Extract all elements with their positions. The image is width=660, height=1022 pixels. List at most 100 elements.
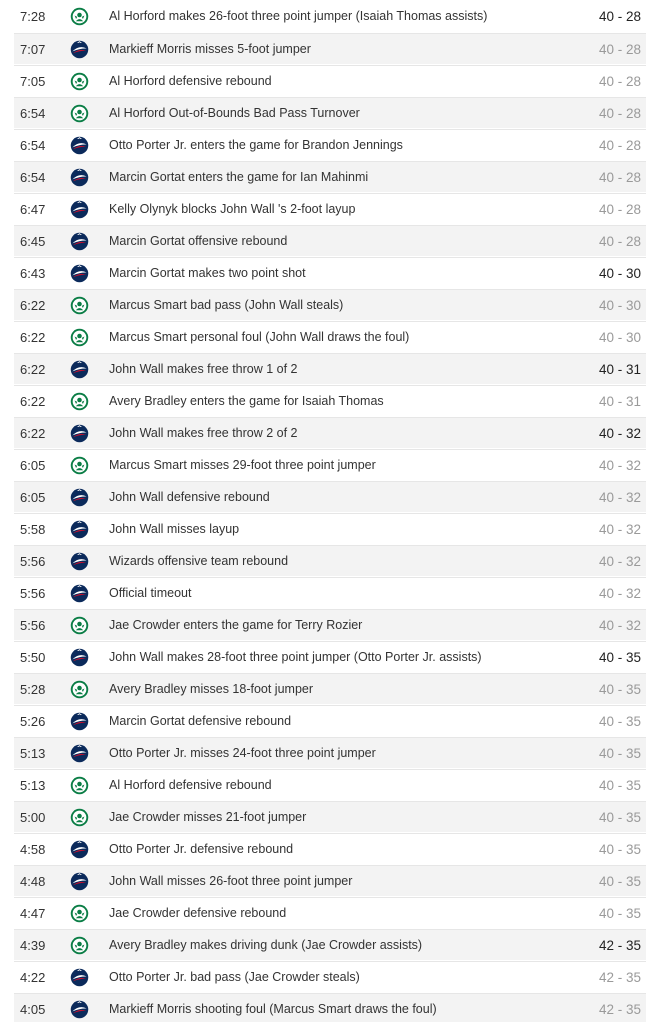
play-score: 40 - 35	[598, 842, 641, 857]
play-time: 4:39	[20, 938, 46, 953]
celtics-logo-icon	[70, 72, 89, 91]
play-description: Official timeout	[109, 586, 192, 600]
play-row: 5:56 Official timeout 40 - 32	[14, 577, 646, 608]
play-description: Jae Crowder defensive rebound	[109, 906, 287, 920]
play-time: 6:54	[20, 170, 46, 185]
play-row: 6:05 Marcus Smart misses 29-foot three p…	[14, 449, 646, 480]
play-row: 5:58 John Wall misses layup 40 - 32	[14, 513, 646, 544]
celtics-logo-icon	[70, 7, 89, 26]
play-description: Jae Crowder enters the game for Terry Ro…	[109, 618, 363, 632]
play-score: 40 - 35	[598, 810, 641, 825]
play-time: 5:58	[20, 522, 46, 537]
play-time: 4:48	[20, 874, 46, 889]
play-time: 6:22	[20, 362, 46, 377]
play-description: Avery Bradley makes driving dunk (Jae Cr…	[109, 938, 423, 952]
wizards-logo-icon	[70, 232, 89, 251]
play-description: Al Horford defensive rebound	[109, 778, 272, 792]
play-row: 5:56 Wizards offensive team rebound 40 - …	[14, 545, 646, 576]
wizards-logo-icon	[70, 136, 89, 155]
play-description: John Wall makes 28-foot three point jump…	[109, 650, 482, 664]
play-score: 42 - 35	[598, 1002, 641, 1017]
play-score: 40 - 28	[598, 170, 641, 185]
play-score: 40 - 32	[598, 458, 641, 473]
play-row: 6:54 Marcin Gortat enters the game for I…	[14, 161, 646, 192]
play-score: 40 - 30	[598, 330, 641, 345]
celtics-logo-icon	[70, 616, 89, 635]
play-time: 7:28	[20, 9, 46, 24]
play-time: 4:05	[20, 1002, 46, 1017]
play-description: Marcin Gortat enters the game for Ian Ma…	[109, 170, 369, 184]
play-time: 5:13	[20, 746, 46, 761]
wizards-logo-icon	[70, 168, 89, 187]
play-time: 6:54	[20, 106, 46, 121]
play-description: Marcus Smart personal foul (John Wall dr…	[109, 330, 410, 344]
play-description: John Wall makes free throw 2 of 2	[109, 426, 298, 440]
play-row: 4:05 Markieff Morris shooting foul (Marc…	[14, 993, 646, 1022]
play-row: 5:28 Avery Bradley misses 18-foot jumper…	[14, 673, 646, 704]
play-description: Al Horford makes 26-foot three point jum…	[109, 9, 488, 23]
play-score: 40 - 32	[598, 426, 641, 441]
play-description: Otto Porter Jr. misses 24-foot three poi…	[109, 746, 376, 760]
play-description: Marcus Smart bad pass (John Wall steals)	[109, 298, 344, 312]
play-time: 5:28	[20, 682, 46, 697]
play-by-play-table: 7:28 Al Horford makes 26-foot three poin…	[0, 0, 660, 1022]
play-row: 4:39 Avery Bradley makes driving dunk (J…	[14, 929, 646, 960]
play-description: Wizards offensive team rebound	[109, 554, 289, 568]
play-row: 4:48 John Wall misses 26-foot three poin…	[14, 865, 646, 896]
play-description: Marcin Gortat makes two point shot	[109, 266, 306, 280]
play-score: 40 - 32	[598, 554, 641, 569]
play-row: 6:54 Al Horford Out-of-Bounds Bad Pass T…	[14, 97, 646, 128]
wizards-logo-icon	[70, 40, 89, 59]
play-score: 42 - 35	[598, 938, 641, 953]
play-description: Otto Porter Jr. enters the game for Bran…	[109, 138, 403, 152]
play-row: 6:22 Marcus Smart personal foul (John Wa…	[14, 321, 646, 352]
celtics-logo-icon	[70, 904, 89, 923]
play-row: 6:22 Avery Bradley enters the game for I…	[14, 385, 646, 416]
play-score: 40 - 35	[598, 874, 641, 889]
play-time: 5:56	[20, 618, 46, 633]
wizards-logo-icon	[70, 1000, 89, 1019]
play-time: 7:07	[20, 42, 46, 57]
play-row: 7:07 Markieff Morris misses 5-foot jumpe…	[14, 33, 646, 64]
play-score: 40 - 28	[598, 42, 641, 57]
play-description: John Wall defensive rebound	[109, 490, 270, 504]
wizards-logo-icon	[70, 488, 89, 507]
play-score: 40 - 28	[598, 138, 641, 153]
play-row: 5:13 Otto Porter Jr. misses 24-foot thre…	[14, 737, 646, 768]
play-row: 6:22 John Wall makes free throw 2 of 2 40…	[14, 417, 646, 448]
play-time: 6:05	[20, 490, 46, 505]
play-time: 6:54	[20, 138, 46, 153]
wizards-logo-icon	[70, 872, 89, 891]
play-row: 4:47 Jae Crowder defensive rebound 40 - 3…	[14, 897, 646, 928]
play-score: 40 - 30	[598, 298, 641, 313]
play-time: 4:47	[20, 906, 46, 921]
play-description: Kelly Olynyk blocks John Wall 's 2-foot …	[109, 202, 356, 216]
celtics-logo-icon	[70, 776, 89, 795]
play-description: Jae Crowder misses 21-foot jumper	[109, 810, 307, 824]
celtics-logo-icon	[70, 328, 89, 347]
play-time: 6:43	[20, 266, 46, 281]
play-time: 5:26	[20, 714, 46, 729]
play-score: 40 - 28	[598, 74, 641, 89]
play-row: 6:45 Marcin Gortat offensive rebound 40 -…	[14, 225, 646, 256]
play-row: 7:05 Al Horford defensive rebound 40 - 28	[14, 65, 646, 96]
play-description: John Wall makes free throw 1 of 2	[109, 362, 298, 376]
celtics-logo-icon	[70, 456, 89, 475]
play-description: Al Horford defensive rebound	[109, 74, 272, 88]
play-score: 40 - 35	[598, 746, 641, 761]
play-time: 6:22	[20, 426, 46, 441]
play-time: 6:05	[20, 458, 46, 473]
play-row: 6:43 Marcin Gortat makes two point shot 4…	[14, 257, 646, 288]
play-row: 5:56 Jae Crowder enters the game for Ter…	[14, 609, 646, 640]
wizards-logo-icon	[70, 520, 89, 539]
play-time: 6:22	[20, 330, 46, 345]
wizards-logo-icon	[70, 552, 89, 571]
play-score: 40 - 32	[598, 522, 641, 537]
play-score: 40 - 32	[598, 618, 641, 633]
play-row: 6:47 Kelly Olynyk blocks John Wall 's 2-…	[14, 193, 646, 224]
play-time: 6:47	[20, 202, 46, 217]
play-score: 40 - 35	[598, 650, 641, 665]
wizards-logo-icon	[70, 264, 89, 283]
wizards-logo-icon	[70, 648, 89, 667]
play-score: 40 - 31	[598, 362, 641, 377]
